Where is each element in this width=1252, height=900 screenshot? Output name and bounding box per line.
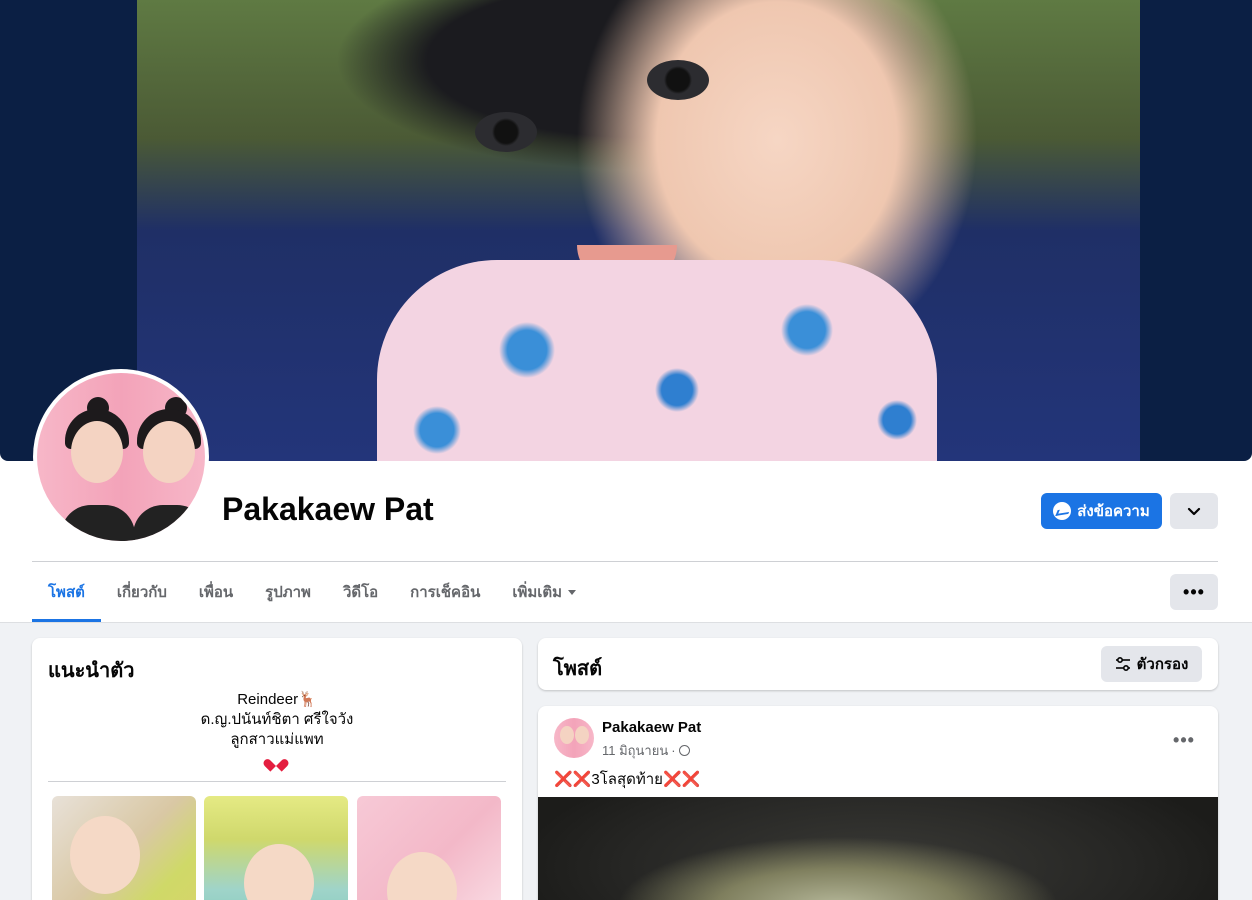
chevron-down-icon (1187, 507, 1201, 516)
post-author-name[interactable]: Pakakaew Pat (602, 719, 701, 736)
profile-picture[interactable] (33, 369, 209, 545)
red-heart-icon (270, 754, 284, 767)
avatar-clothing (61, 505, 135, 541)
avatar-clothing (133, 505, 205, 541)
cover-eye-left (475, 112, 537, 152)
tab-checkins-label: การเช็คอิน (410, 584, 481, 601)
tab-checkins[interactable]: การเช็คอิน (394, 562, 496, 622)
tabs-more-button[interactable]: ••• (1170, 574, 1218, 610)
bio-line: ด.ญ.ปนันท์ชิตา ศรีใจวัง (200, 711, 354, 728)
post-meta: 11 มิถุนายน · (602, 740, 690, 761)
featured-photo[interactable] (357, 796, 501, 900)
post-text: ❌❌3โลสุดท้าย❌❌ (554, 771, 701, 788)
tab-about[interactable]: เกี่ยวกับ (101, 562, 183, 622)
intro-bio: Reindeer🦌 ด.ญ.ปนันท์ชิตา ศรีใจวัง ลูกสาว… (48, 690, 506, 773)
more-icon: ••• (1173, 729, 1195, 750)
tab-more-label: เพิ่มเติม (512, 584, 563, 601)
send-message-button[interactable]: ส่งข้อความ (1041, 493, 1162, 529)
post-date[interactable]: 11 มิถุนายน (602, 740, 668, 761)
profile-header: Pakakaew Pat ส่งข้อความ โพสต์ เกี่ยวกับ … (0, 0, 1252, 623)
filter-button[interactable]: ตัวกรอง (1101, 646, 1202, 682)
profile-options-dropdown-button[interactable] (1170, 493, 1218, 529)
filter-sliders-icon (1115, 657, 1130, 671)
tab-about-label: เกี่ยวกับ (116, 584, 167, 601)
intro-divider (48, 781, 506, 782)
featured-photo[interactable] (204, 796, 348, 900)
post-author-avatar[interactable] (554, 718, 594, 758)
cover-dress (377, 260, 937, 461)
tab-posts[interactable]: โพสต์ (32, 562, 101, 622)
tab-friends[interactable]: เพื่อน (183, 562, 249, 622)
tab-photos[interactable]: รูปภาพ (249, 562, 327, 622)
caret-down-icon (568, 589, 577, 595)
tab-friends-label: เพื่อน (198, 584, 234, 601)
tab-videos[interactable]: วิดีโอ (327, 562, 394, 622)
tab-posts-label: โพสต์ (48, 584, 85, 601)
profile-tabs: โพสต์ เกี่ยวกับ เพื่อน รูปภาพ วิดีโอ การ… (32, 562, 592, 622)
profile-avatar-image (37, 373, 205, 541)
send-message-label: ส่งข้อความ (1077, 503, 1150, 520)
photo-subject (70, 816, 140, 894)
cover-photo (137, 0, 1140, 461)
filter-label: ตัวกรอง (1136, 656, 1189, 673)
avatar-face (143, 421, 195, 483)
posts-title: โพสต์ (553, 658, 603, 680)
photo-subject (387, 852, 457, 900)
profile-name: Pakakaew Pat (222, 491, 434, 527)
bio-line: ลูกสาวแม่แพท (230, 731, 324, 748)
cover-photo-container[interactable] (0, 0, 1252, 461)
photo-subject (244, 844, 314, 900)
messenger-icon (1053, 502, 1072, 520)
more-icon: ••• (1183, 581, 1205, 602)
avatar-face (575, 726, 589, 744)
tab-videos-label: วิดีโอ (342, 584, 379, 601)
avatar-face (560, 726, 574, 744)
bio-line: Reindeer🦌 (237, 691, 317, 708)
post-options-button[interactable]: ••• (1166, 722, 1202, 758)
globe-icon (678, 745, 690, 756)
intro-card: แนะนำตัว Reindeer🦌 ด.ญ.ปนันท์ชิตา ศรีใจว… (32, 638, 522, 900)
intro-title: แนะนำตัว (48, 660, 135, 682)
meta-separator: · (671, 743, 676, 758)
avatar-face (71, 421, 123, 483)
posts-header-card: โพสต์ ตัวกรอง (538, 638, 1218, 690)
tab-photos-label: รูปภาพ (265, 584, 311, 601)
post-card: Pakakaew Pat 11 มิถุนายน · ••• ❌❌3โลสุดท… (538, 706, 1218, 900)
cover-eye-right (647, 60, 709, 100)
tab-more[interactable]: เพิ่มเติม (496, 562, 592, 622)
featured-photo[interactable] (52, 796, 196, 900)
post-image[interactable] (538, 797, 1218, 900)
